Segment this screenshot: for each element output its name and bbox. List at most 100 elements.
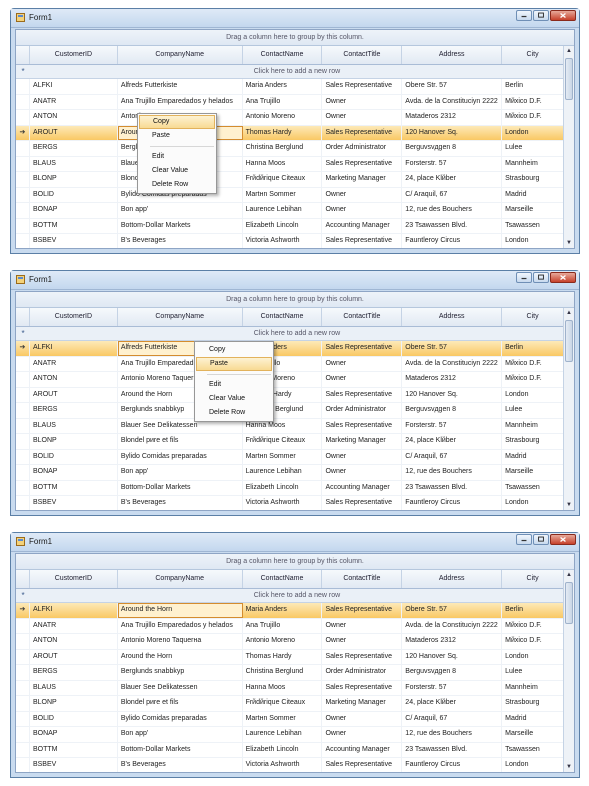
column-header[interactable]: ContactTitle [322,46,403,64]
table-cell[interactable]: Bon app' [118,465,243,480]
vertical-scrollbar[interactable]: ▲ ▼ [563,46,574,248]
table-cell[interactable]: Marketing Manager [322,434,403,449]
table-row[interactable]: ANATRAna Trujillo Emparedados y heladosA… [16,618,564,634]
table-cell[interactable]: 12, rue des Bouchers [402,465,503,480]
table-cell[interactable]: Victoria Ashworth [243,758,323,772]
table-row[interactable]: BONAP Bon app' Laurence Lebihan Owner 12, ru… [16,727,564,743]
table-cell[interactable]: Victoria Ashworth [243,234,323,248]
table-row[interactable]: BSBEV B's Beverages Victoria Ashworth Sales… [16,496,564,510]
table-row[interactable]: BLONPBlondel pиre et filsFrйdйrique Cite… [16,696,564,712]
table-cell[interactable]: Bon app' [118,203,243,218]
menu-item-delete-row[interactable]: Delete Row [138,178,216,192]
grid-view[interactable]: Drag a column here to group by this colu… [15,29,575,249]
table-cell[interactable]: Luleе [502,141,564,156]
scroll-down-arrow-icon[interactable]: ▼ [564,500,574,510]
table-cell[interactable]: 23 Tsawassen Blvd. [402,218,503,233]
table-cell[interactable]: Berlin [502,79,564,94]
table-row[interactable]: BOTTM Bottom-Dollar Markets Elizabeth Linc… [16,480,564,496]
table-cell[interactable]: Laurence Lebihan [243,203,323,218]
table-cell[interactable]: Ana Trujillo [243,618,323,633]
table-cell[interactable]: 23 Tsawassen Blvd. [402,742,503,757]
table-cell[interactable]: AROUT [30,387,118,402]
table-row[interactable]: ANTONAntonio Moreno TaquerнaAntonio More… [16,110,564,126]
table-cell[interactable]: London [502,234,564,248]
table-cell[interactable]: BERGS [30,141,118,156]
column-header[interactable]: City [502,308,564,326]
table-cell[interactable]: Sales Representative [322,234,403,248]
table-cell[interactable]: Laurence Lebihan [243,465,323,480]
column-header[interactable]: CustomerID [30,46,118,64]
column-header[interactable]: ContactName [243,570,323,588]
minimize-button[interactable] [516,272,532,283]
table-cell[interactable]: B's Beverages [118,496,243,510]
table-cell[interactable]: Ana Trujillo [243,94,323,109]
scroll-thumb[interactable] [565,320,573,362]
table-cell[interactable]: Owner [322,110,403,125]
table-cell[interactable]: 24, place Klйber [402,696,503,711]
table-row[interactable]: ANATRAna Trujillo Emparedados y heladosA… [16,94,564,110]
table-cell[interactable]: Sales Representative [322,79,403,94]
maximize-button[interactable] [533,534,549,545]
table-cell[interactable]: Sales Representative [322,418,403,433]
table-row[interactable]: BSBEV B's Beverages Victoria Ashworth Sales… [16,758,564,772]
table-cell[interactable]: Madrid [502,187,564,202]
table-cell[interactable]: BERGS [30,665,118,680]
table-cell[interactable]: Around the Horn [118,649,243,664]
table-cell[interactable]: Marseille [502,727,564,742]
table-cell[interactable]: ALFKI [30,603,118,618]
table-cell[interactable]: Alfreds Futterkiste [118,79,243,94]
table-cell[interactable]: Frйdйrique Citeaux [243,434,323,449]
table-cell[interactable]: Berlin [502,341,564,356]
table-cell[interactable]: BONAP [30,727,118,742]
table-cell[interactable]: Madrid [502,711,564,726]
column-header[interactable]: ContactName [243,308,323,326]
table-cell[interactable]: C/ Araquil, 67 [402,449,503,464]
group-panel[interactable]: Drag a column here to group by this colu… [16,292,574,308]
menu-item-delete-row[interactable]: Delete Row [195,406,273,420]
table-row[interactable]: BONAP Bon app' Laurence Lebihan Owner 12, ru… [16,465,564,481]
table-cell[interactable]: BLONP [30,696,118,711]
column-header[interactable]: Address [402,308,503,326]
table-cell[interactable]: B's Beverages [118,758,243,772]
table-row[interactable]: ANTONAntonio Moreno TaquerнaAntonio More… [16,372,564,388]
table-cell[interactable]: Marketing Manager [322,696,403,711]
table-cell[interactable]: London [502,758,564,772]
new-row[interactable]: * Click here to add a new row [16,65,564,79]
table-cell[interactable]: Accounting Manager [322,742,403,757]
table-cell[interactable]: Owner [322,187,403,202]
table-cell[interactable]: Forsterstr. 57 [402,680,503,695]
table-row[interactable]: ➔AROUTAround the HornThomas HardySales R… [16,125,564,141]
table-cell[interactable]: Mйxico D.F. [502,94,564,109]
table-row[interactable]: BERGSBerglunds snabbkуpChristina Berglun… [16,141,564,157]
table-row[interactable]: BONAP Bon app' Laurence Lebihan Owner 12, ru… [16,203,564,219]
table-cell[interactable]: Order Administrator [322,403,403,418]
table-cell[interactable]: Antonio Moreno Taquerнa [118,634,243,649]
table-cell[interactable]: Fauntleroy Circus [402,496,503,510]
scroll-down-arrow-icon[interactable]: ▼ [564,238,574,248]
table-cell[interactable]: Luleе [502,665,564,680]
table-cell[interactable]: BOTTM [30,742,118,757]
table-cell[interactable]: Christina Berglund [243,141,323,156]
column-header[interactable]: City [502,570,564,588]
table-cell[interactable]: Victoria Ashworth [243,496,323,510]
table-cell[interactable]: Sales Representative [322,649,403,664]
table-cell[interactable]: ALFKI [30,341,118,356]
table-cell[interactable]: BERGS [30,403,118,418]
vertical-scrollbar[interactable]: ▲ ▼ [563,570,574,772]
table-cell[interactable]: BSBEV [30,234,118,248]
table-cell[interactable]: AROUT [30,125,118,140]
table-cell[interactable]: Berguvsvдgen 8 [402,665,503,680]
table-row[interactable]: BLAUSBlauer See DelikatessenHanna MoosSa… [16,156,564,172]
table-row[interactable]: BERGSBerglunds snabbkуpChristina Berglun… [16,403,564,419]
table-cell[interactable]: Hanna Moos [243,680,323,695]
table-row[interactable]: BLONPBlondel pиre et filsFrйdйrique Cite… [16,434,564,450]
table-cell[interactable]: 120 Hanover Sq. [402,125,503,140]
table-cell[interactable]: Mannheim [502,156,564,171]
table-cell[interactable]: Mataderos 2312 [402,110,503,125]
table-cell[interactable]: BOLID [30,187,118,202]
table-cell[interactable]: Mйxico D.F. [502,356,564,371]
title-bar[interactable]: Form1 [11,533,579,552]
scroll-up-arrow-icon[interactable]: ▲ [564,308,574,318]
table-cell[interactable]: Tsawassen [502,742,564,757]
table-cell[interactable]: Elizabeth Lincoln [243,218,323,233]
